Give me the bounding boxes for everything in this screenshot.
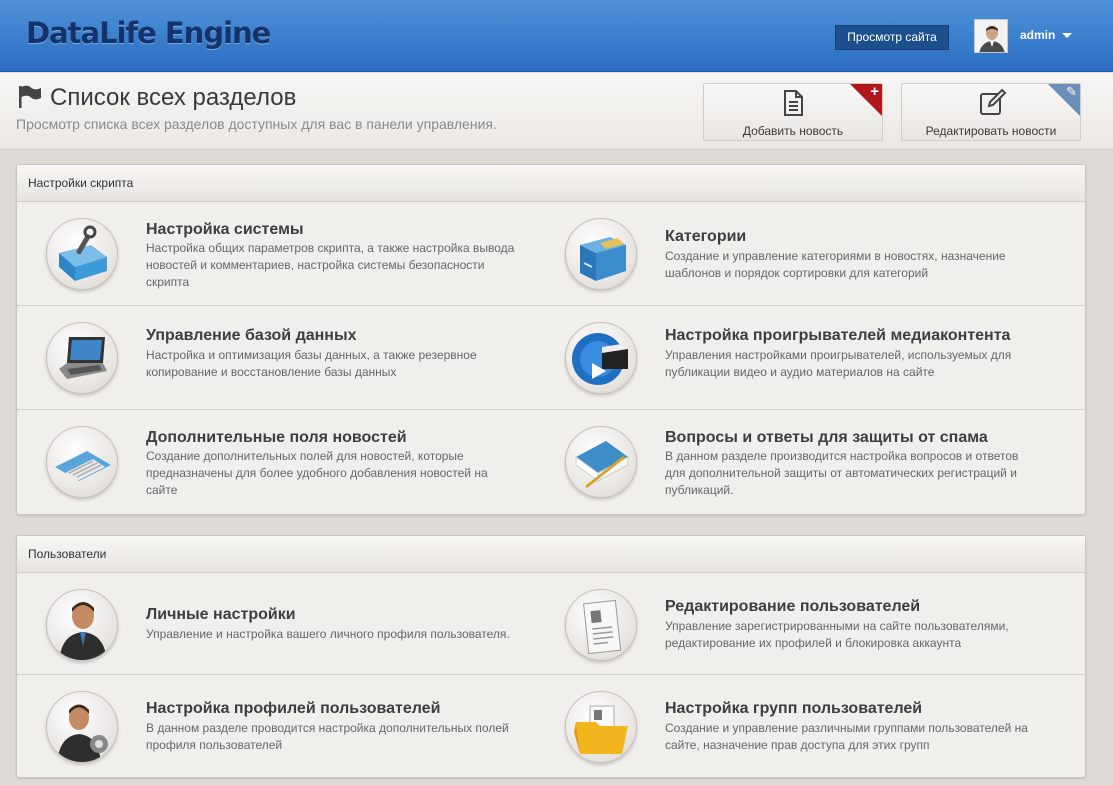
laptop-icon <box>46 322 118 394</box>
item-description: Настройка общих параметров скрипта, а та… <box>146 241 515 289</box>
file-cabinet-icon <box>565 218 637 290</box>
notebook-pen-icon <box>565 426 637 498</box>
plus-icon: + <box>870 83 879 100</box>
edit-news-button[interactable]: Редактировать новости ✎ <box>901 83 1081 141</box>
view-site-button[interactable]: Просмотр сайта <box>835 25 949 50</box>
item-description: Создание и управление категориями в ново… <box>665 249 1006 280</box>
list-item[interactable]: Настройка проигрывателей медиаконтента У… <box>536 306 1056 410</box>
item-title: Личные настройки <box>146 606 296 623</box>
add-news-label: Добавить новость <box>742 124 844 138</box>
user-folder-icon <box>565 691 637 763</box>
panel-users: Пользователи Личные настройки Управление… <box>16 535 1086 778</box>
item-title: Дополнительные поля новостей <box>146 429 407 446</box>
list-item[interactable]: Категории Создание и управление категори… <box>536 202 1056 306</box>
list-item[interactable]: Вопросы и ответы для защиты от спама В д… <box>536 410 1056 514</box>
item-title: Категории <box>665 228 747 245</box>
document-icon <box>784 90 803 116</box>
list-item[interactable]: Управление базой данных Настройка и опти… <box>17 306 537 410</box>
add-news-button[interactable]: Добавить новость + <box>703 83 883 141</box>
item-description: Настройка и оптимизация базы данных, а т… <box>146 348 477 379</box>
edit-news-label: Редактировать новости <box>925 124 1057 138</box>
list-row: Дополнительные поля новостей Создание до… <box>17 410 1085 514</box>
user-icon <box>46 589 118 661</box>
list-item[interactable]: Настройка профилей пользователей В данно… <box>17 675 537 779</box>
list-row: Управление базой данных Настройка и опти… <box>17 306 1085 410</box>
item-description: Создание дополнительных полей для новост… <box>146 449 488 497</box>
item-description: Управление и настройка вашего личного пр… <box>146 627 510 641</box>
app-logo[interactable]: DataLife Engine <box>26 16 271 50</box>
page-subtitle: Просмотр списка всех разделов доступных … <box>16 116 497 132</box>
list-row: Личные настройки Управление и настройка … <box>17 573 1085 675</box>
item-description: В данном разделе проводится настройка до… <box>146 721 509 752</box>
list-row: Настройка профилей пользователей В данно… <box>17 675 1085 777</box>
item-title: Редактирование пользователей <box>665 598 921 615</box>
item-description: В данном разделе производится настройка … <box>665 449 1019 497</box>
keyboard-icon <box>46 426 118 498</box>
panel-script-settings: Настройки скрипта Настройка системы Наст… <box>16 164 1086 515</box>
list-row: Настройка системы Настройка общих параме… <box>17 202 1085 306</box>
user-gear-icon <box>46 691 118 763</box>
item-title: Настройка профилей пользователей <box>146 700 441 717</box>
item-title: Вопросы и ответы для защиты от спама <box>665 429 988 446</box>
avatar[interactable] <box>974 19 1008 53</box>
list-item[interactable]: Личные настройки Управление и настройка … <box>17 573 537 677</box>
panel-title: Настройки скрипта <box>17 165 1085 202</box>
item-title: Настройка проигрывателей медиаконтента <box>665 327 1011 344</box>
item-description: Создание и управление различными группам… <box>665 721 1028 752</box>
top-bar: DataLife Engine Просмотр сайта admin <box>0 0 1113 72</box>
item-title: Настройка системы <box>146 221 304 238</box>
page-title: Список всех разделов <box>50 84 297 111</box>
flag-icon <box>19 85 41 108</box>
list-item[interactable]: Настройка системы Настройка общих параме… <box>17 202 537 306</box>
user-document-icon <box>565 589 637 661</box>
toolbox-icon <box>46 218 118 290</box>
panel-title: Пользователи <box>17 536 1085 573</box>
list-item[interactable]: Дополнительные поля новостей Создание до… <box>17 410 537 514</box>
item-description: Управление зарегистрированными на сайте … <box>665 619 1009 650</box>
page-header: Список всех разделов Просмотр списка все… <box>0 73 1113 150</box>
list-item[interactable]: Настройка групп пользователей Создание и… <box>536 675 1056 779</box>
pencil-icon: ✎ <box>1066 84 1077 99</box>
list-item[interactable]: Редактирование пользователей Управление … <box>536 573 1056 677</box>
edit-icon <box>980 88 1007 115</box>
item-title: Настройка групп пользователей <box>665 700 923 717</box>
chevron-down-icon[interactable] <box>1062 33 1072 38</box>
item-title: Управление базой данных <box>146 327 357 344</box>
media-player-icon <box>565 322 637 394</box>
user-menu-name[interactable]: admin <box>1020 28 1055 42</box>
item-description: Управления настройками проигрывателей, и… <box>665 348 1012 379</box>
